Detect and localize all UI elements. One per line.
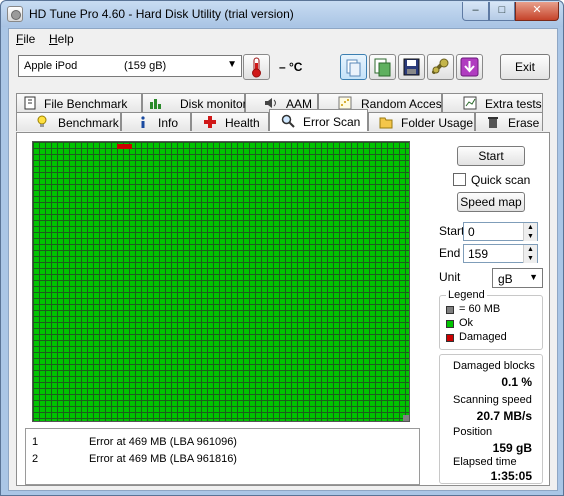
spin-up-icon[interactable]: ▲ xyxy=(523,245,537,254)
stats-group: Damaged blocks 0.1 % Scanning speed 20.7… xyxy=(439,354,543,484)
damaged-block-marker xyxy=(117,144,132,149)
error-list[interactable]: 1 Error at 469 MB (LBA 961096) 2 Error a… xyxy=(25,428,420,485)
error-row[interactable]: 2 Error at 469 MB (LBA 961816) xyxy=(26,453,416,469)
download-update-button[interactable] xyxy=(456,54,483,80)
drive-name: Apple iPod xyxy=(24,60,78,72)
floppy-disk-icon xyxy=(403,58,420,76)
dropdown-arrow-icon: ▼ xyxy=(529,272,538,282)
dropdown-arrow-icon: ▼ xyxy=(227,59,237,70)
save-button[interactable] xyxy=(398,54,425,80)
maximize-button[interactable]: □ xyxy=(489,2,515,21)
lightbulb-icon xyxy=(37,115,47,127)
tab-folder-usage[interactable]: Folder Usage xyxy=(368,112,475,131)
unit-label: Unit xyxy=(439,270,461,284)
tab-error-scan[interactable]: Error Scan xyxy=(269,109,368,131)
health-cross-icon xyxy=(204,116,216,128)
damaged-blocks-value: 0.1 % xyxy=(501,375,532,389)
tab-benchmark[interactable]: Benchmark xyxy=(16,112,121,131)
end-label: End xyxy=(439,246,461,260)
copy-text-button[interactable] xyxy=(340,54,367,80)
minimize-button[interactable]: – xyxy=(462,2,489,21)
scanning-speed-label: Scanning speed xyxy=(453,394,532,406)
tab-disk-monitor[interactable]: Disk monitor xyxy=(142,93,247,112)
wrench-icon xyxy=(432,58,449,74)
legend-swatch-ok xyxy=(446,320,454,328)
hdtune-app-icon xyxy=(7,6,23,22)
disk-monitor-icon xyxy=(150,99,161,109)
start-position-input[interactable]: 0 ▲ ▼ xyxy=(463,222,538,241)
magnifier-icon xyxy=(281,114,295,128)
close-button[interactable]: ✕ xyxy=(515,2,559,21)
damaged-blocks-label: Damaged blocks xyxy=(453,360,535,372)
spin-down-icon[interactable]: ▼ xyxy=(523,232,537,241)
unit-select[interactable]: gB ▼ xyxy=(492,268,543,288)
menu-bar: File Help xyxy=(9,29,557,49)
error-scan-block-map xyxy=(32,141,410,422)
title-bar[interactable]: HD Tune Pro 4.60 - Hard Disk Utility (tr… xyxy=(1,1,563,27)
error-scan-panel: 1 Error at 469 MB (LBA 961096) 2 Error a… xyxy=(16,132,550,486)
tab-file-benchmark[interactable]: File Benchmark xyxy=(16,93,142,112)
spin-up-icon[interactable]: ▲ xyxy=(523,223,537,232)
options-button[interactable] xyxy=(427,54,454,80)
temperature-readout: – °C xyxy=(279,60,303,74)
error-row[interactable]: 1 Error at 469 MB (LBA 961096) xyxy=(26,436,416,452)
position-label: Position xyxy=(453,426,493,438)
legend-swatch-block-size xyxy=(446,306,454,314)
scatter-plot-icon xyxy=(338,96,352,110)
tab-erase[interactable]: Erase xyxy=(475,112,543,131)
copy-screenshot-button[interactable] xyxy=(369,54,396,80)
end-position-input[interactable]: 159 ▲ ▼ xyxy=(463,244,538,263)
legend-swatch-damaged xyxy=(446,334,454,342)
unscanned-block-marker xyxy=(403,415,409,421)
exit-button[interactable]: Exit xyxy=(500,54,550,80)
client-area: File Help Apple iPod (159 gB) ▼ – °C Exi… xyxy=(8,28,558,491)
clipboard-icon xyxy=(374,58,391,77)
download-arrow-icon xyxy=(460,57,479,77)
position-value: 159 gB xyxy=(492,441,532,455)
app-window: HD Tune Pro 4.60 - Hard Disk Utility (tr… xyxy=(0,0,564,496)
tab-extra-tests[interactable]: Extra tests xyxy=(442,93,543,112)
file-benchmark-icon xyxy=(24,96,36,110)
trash-can-icon xyxy=(488,117,498,128)
legend-group: Legend = 60 MB Ok Damaged xyxy=(439,289,543,350)
scanning-speed-value: 20.7 MB/s xyxy=(476,409,532,423)
elapsed-time-value: 1:35:05 xyxy=(490,469,532,483)
tab-health[interactable]: Health xyxy=(191,112,269,131)
start-scan-button[interactable]: Start xyxy=(457,146,525,166)
speaker-icon xyxy=(265,98,276,108)
drive-size: (159 gB) xyxy=(124,60,167,72)
elapsed-time-label: Elapsed time xyxy=(453,456,517,468)
menu-file[interactable]: File xyxy=(16,32,35,46)
legend-title: Legend xyxy=(446,289,487,301)
drive-select[interactable]: Apple iPod (159 gB) ▼ xyxy=(18,55,242,77)
copy-icon xyxy=(346,59,361,77)
start-label: Start xyxy=(439,224,465,238)
window-title: HD Tune Pro 4.60 - Hard Disk Utility (tr… xyxy=(29,7,294,21)
info-icon xyxy=(141,116,145,128)
thermometer-icon xyxy=(252,57,261,78)
folder-icon xyxy=(379,117,393,129)
tab-info[interactable]: Info xyxy=(121,112,191,131)
speed-map-button[interactable]: Speed map xyxy=(457,192,525,212)
menu-help[interactable]: Help xyxy=(49,32,74,46)
temperature-button[interactable] xyxy=(243,54,270,80)
quick-scan-label: Quick scan xyxy=(471,173,531,187)
quick-scan-checkbox[interactable] xyxy=(453,173,466,186)
spin-down-icon[interactable]: ▼ xyxy=(523,254,537,263)
extra-tests-icon xyxy=(463,96,477,110)
